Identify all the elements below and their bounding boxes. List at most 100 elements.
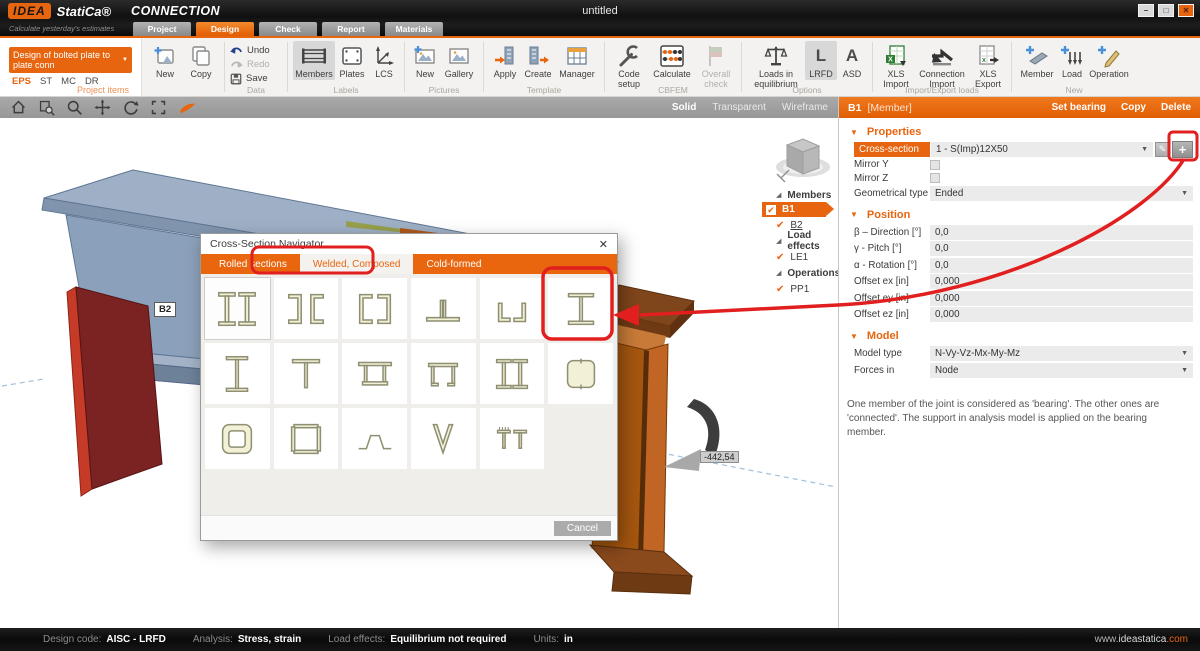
section-cell-open-top-hat[interactable]	[411, 343, 476, 404]
connection-import-button[interactable]: Connection Import	[914, 41, 970, 90]
edit-cross-section-button[interactable]: ✎	[1155, 142, 1170, 157]
tab-materials[interactable]: Materials	[385, 22, 443, 36]
display-mode-solid[interactable]: Solid	[672, 102, 696, 113]
cross-section-select[interactable]: 1 - S(Imp)12X50▼	[931, 142, 1153, 157]
mode-st[interactable]: ST	[40, 76, 52, 87]
tree-load-effects-group[interactable]: Load effects	[787, 230, 819, 252]
pp1-checkbox[interactable]: ✔	[776, 284, 784, 295]
loads-in-equilibrium-button[interactable]: Loads in equilibrium	[747, 41, 805, 90]
new-load-button[interactable]: Load	[1057, 41, 1087, 80]
section-cell-twin-channels-back-to-back[interactable]	[274, 278, 339, 339]
new-operation-button[interactable]: Operation	[1087, 41, 1131, 80]
position-direction-field[interactable]: 0,0	[930, 225, 1193, 240]
section-cell-twin-I-welded[interactable]	[480, 343, 545, 404]
lrfd-button[interactable]: L LRFD	[805, 41, 837, 80]
navigation-cube[interactable]	[773, 132, 833, 186]
template-create-button[interactable]: Create	[521, 41, 555, 80]
b2-checkbox[interactable]: ✔	[776, 220, 784, 231]
code-setup-button[interactable]: Code setup	[610, 41, 648, 90]
zoom-selection-icon[interactable]	[38, 99, 55, 116]
cancel-button[interactable]: Cancel	[554, 521, 611, 536]
add-cross-section-button[interactable]: +	[1172, 141, 1193, 158]
end-plate[interactable]	[67, 287, 162, 496]
section-cell-vee-section[interactable]	[411, 408, 476, 469]
template-manager-button[interactable]: Manager	[555, 41, 599, 80]
section-position[interactable]: ▼Position	[850, 209, 1200, 221]
section-cell-hat-section[interactable]	[342, 408, 407, 469]
model-type-select[interactable]: N-Vy-Vz-Mx-My-Mz▼	[930, 346, 1193, 361]
section-cell-box-of-plates[interactable]	[274, 408, 339, 469]
asd-button[interactable]: A ASD	[837, 41, 867, 80]
mirror-y-checkbox[interactable]	[930, 160, 940, 170]
redo-button[interactable]: Redo	[230, 58, 282, 71]
copy-item-button[interactable]: Copy	[183, 41, 219, 80]
delete-member-button[interactable]: Delete	[1161, 102, 1191, 113]
calculate-button[interactable]: Calculate	[648, 41, 696, 80]
position-offset-ey-in-field[interactable]: 0,000	[930, 291, 1193, 306]
tree-item-b1[interactable]: ✔ B1	[762, 202, 826, 217]
collapse-icon[interactable]: ◢	[776, 237, 781, 245]
collapse-icon[interactable]: ◢	[776, 191, 781, 199]
copy-member-button[interactable]: Copy	[1121, 102, 1146, 113]
section-cell-welded-I-section[interactable]	[548, 278, 613, 339]
save-button[interactable]: Save	[230, 72, 282, 85]
maximize-button[interactable]: □	[1158, 4, 1174, 17]
dialog-tab-rolled-sections[interactable]: Rolled sections	[206, 254, 300, 274]
position-offset-ex-in-field[interactable]: 0,000	[930, 274, 1193, 289]
tab-project[interactable]: Project	[133, 22, 191, 36]
members-label-button[interactable]: Members	[293, 41, 335, 80]
close-button[interactable]: ✕	[1178, 4, 1194, 17]
tree-item-pp1[interactable]: ✔PP1	[776, 282, 809, 296]
section-properties[interactable]: ▼Properties	[850, 126, 1200, 138]
section-model[interactable]: ▼Model	[850, 330, 1200, 342]
section-cell-inverted-tee-double-web[interactable]	[411, 278, 476, 339]
section-cell-thick-wall-box[interactable]	[205, 408, 270, 469]
position-pitch-field[interactable]: 0,0	[930, 241, 1193, 256]
paint-results-icon[interactable]	[178, 100, 197, 115]
home-icon[interactable]	[10, 99, 27, 116]
display-mode-transparent[interactable]: Transparent	[712, 102, 766, 113]
section-cell-double-I-section[interactable]	[205, 278, 270, 339]
b1-checkbox[interactable]: ✔	[766, 205, 776, 215]
section-cell-double-tee-section[interactable]	[480, 408, 545, 469]
rotate-icon[interactable]	[122, 99, 139, 116]
pan-icon[interactable]	[94, 99, 111, 116]
geom-type-select[interactable]: Ended▼	[930, 186, 1193, 201]
project-item-dropdown[interactable]: Design of bolted plate to plate conn▼	[9, 47, 132, 73]
dialog-tab-cold-formed[interactable]: Cold-formed	[413, 254, 494, 274]
plates-label-button[interactable]: Plates	[335, 41, 369, 80]
forces-in-select[interactable]: Node▼	[930, 363, 1193, 378]
le1-checkbox[interactable]: ✔	[776, 252, 784, 263]
display-mode-wireframe[interactable]: Wireframe	[782, 102, 828, 113]
section-cell-tee-section[interactable]	[274, 343, 339, 404]
fit-view-icon[interactable]	[150, 99, 167, 116]
tree-item-le1[interactable]: ✔LE1	[776, 250, 808, 264]
lcs-label-button[interactable]: LCS	[369, 41, 399, 80]
overall-check-button[interactable]: Overall check	[696, 41, 736, 90]
section-cell-welded-box-rounded[interactable]	[548, 343, 613, 404]
minimize-button[interactable]: –	[1138, 4, 1154, 17]
position-rotation-field[interactable]: 0,0	[930, 258, 1193, 273]
tab-report[interactable]: Report	[322, 22, 380, 36]
picture-new-button[interactable]: New	[410, 41, 440, 80]
new-member-button[interactable]: Member	[1017, 41, 1057, 80]
gallery-button[interactable]: Gallery	[440, 41, 478, 80]
section-cell-twin-angles-channel[interactable]	[480, 278, 545, 339]
xls-import-button[interactable]: X XLS Import	[878, 41, 914, 90]
mode-eps[interactable]: EPS	[12, 76, 31, 87]
xls-export-button[interactable]: x XLS Export	[970, 41, 1006, 90]
section-cell-box-with-top-flange[interactable]	[342, 343, 407, 404]
tab-check[interactable]: Check	[259, 22, 317, 36]
dialog-close-icon[interactable]: ✕	[599, 238, 608, 251]
dialog-tab-welded-composed[interactable]: Welded, Composed	[300, 254, 414, 274]
tree-operations-group[interactable]: Operations	[787, 268, 840, 279]
undo-button[interactable]: Undo	[230, 44, 282, 57]
set-bearing-button[interactable]: Set bearing	[1052, 102, 1106, 113]
mirror-z-checkbox[interactable]	[930, 173, 940, 183]
website-link[interactable]: www.ideastatica.com	[1095, 634, 1188, 645]
tab-design[interactable]: Design	[196, 22, 254, 36]
section-cell-twin-channels-facing[interactable]	[342, 278, 407, 339]
collapse-icon[interactable]: ◢	[776, 269, 781, 277]
template-apply-button[interactable]: Apply	[489, 41, 521, 80]
section-cell-I-section[interactable]	[205, 343, 270, 404]
